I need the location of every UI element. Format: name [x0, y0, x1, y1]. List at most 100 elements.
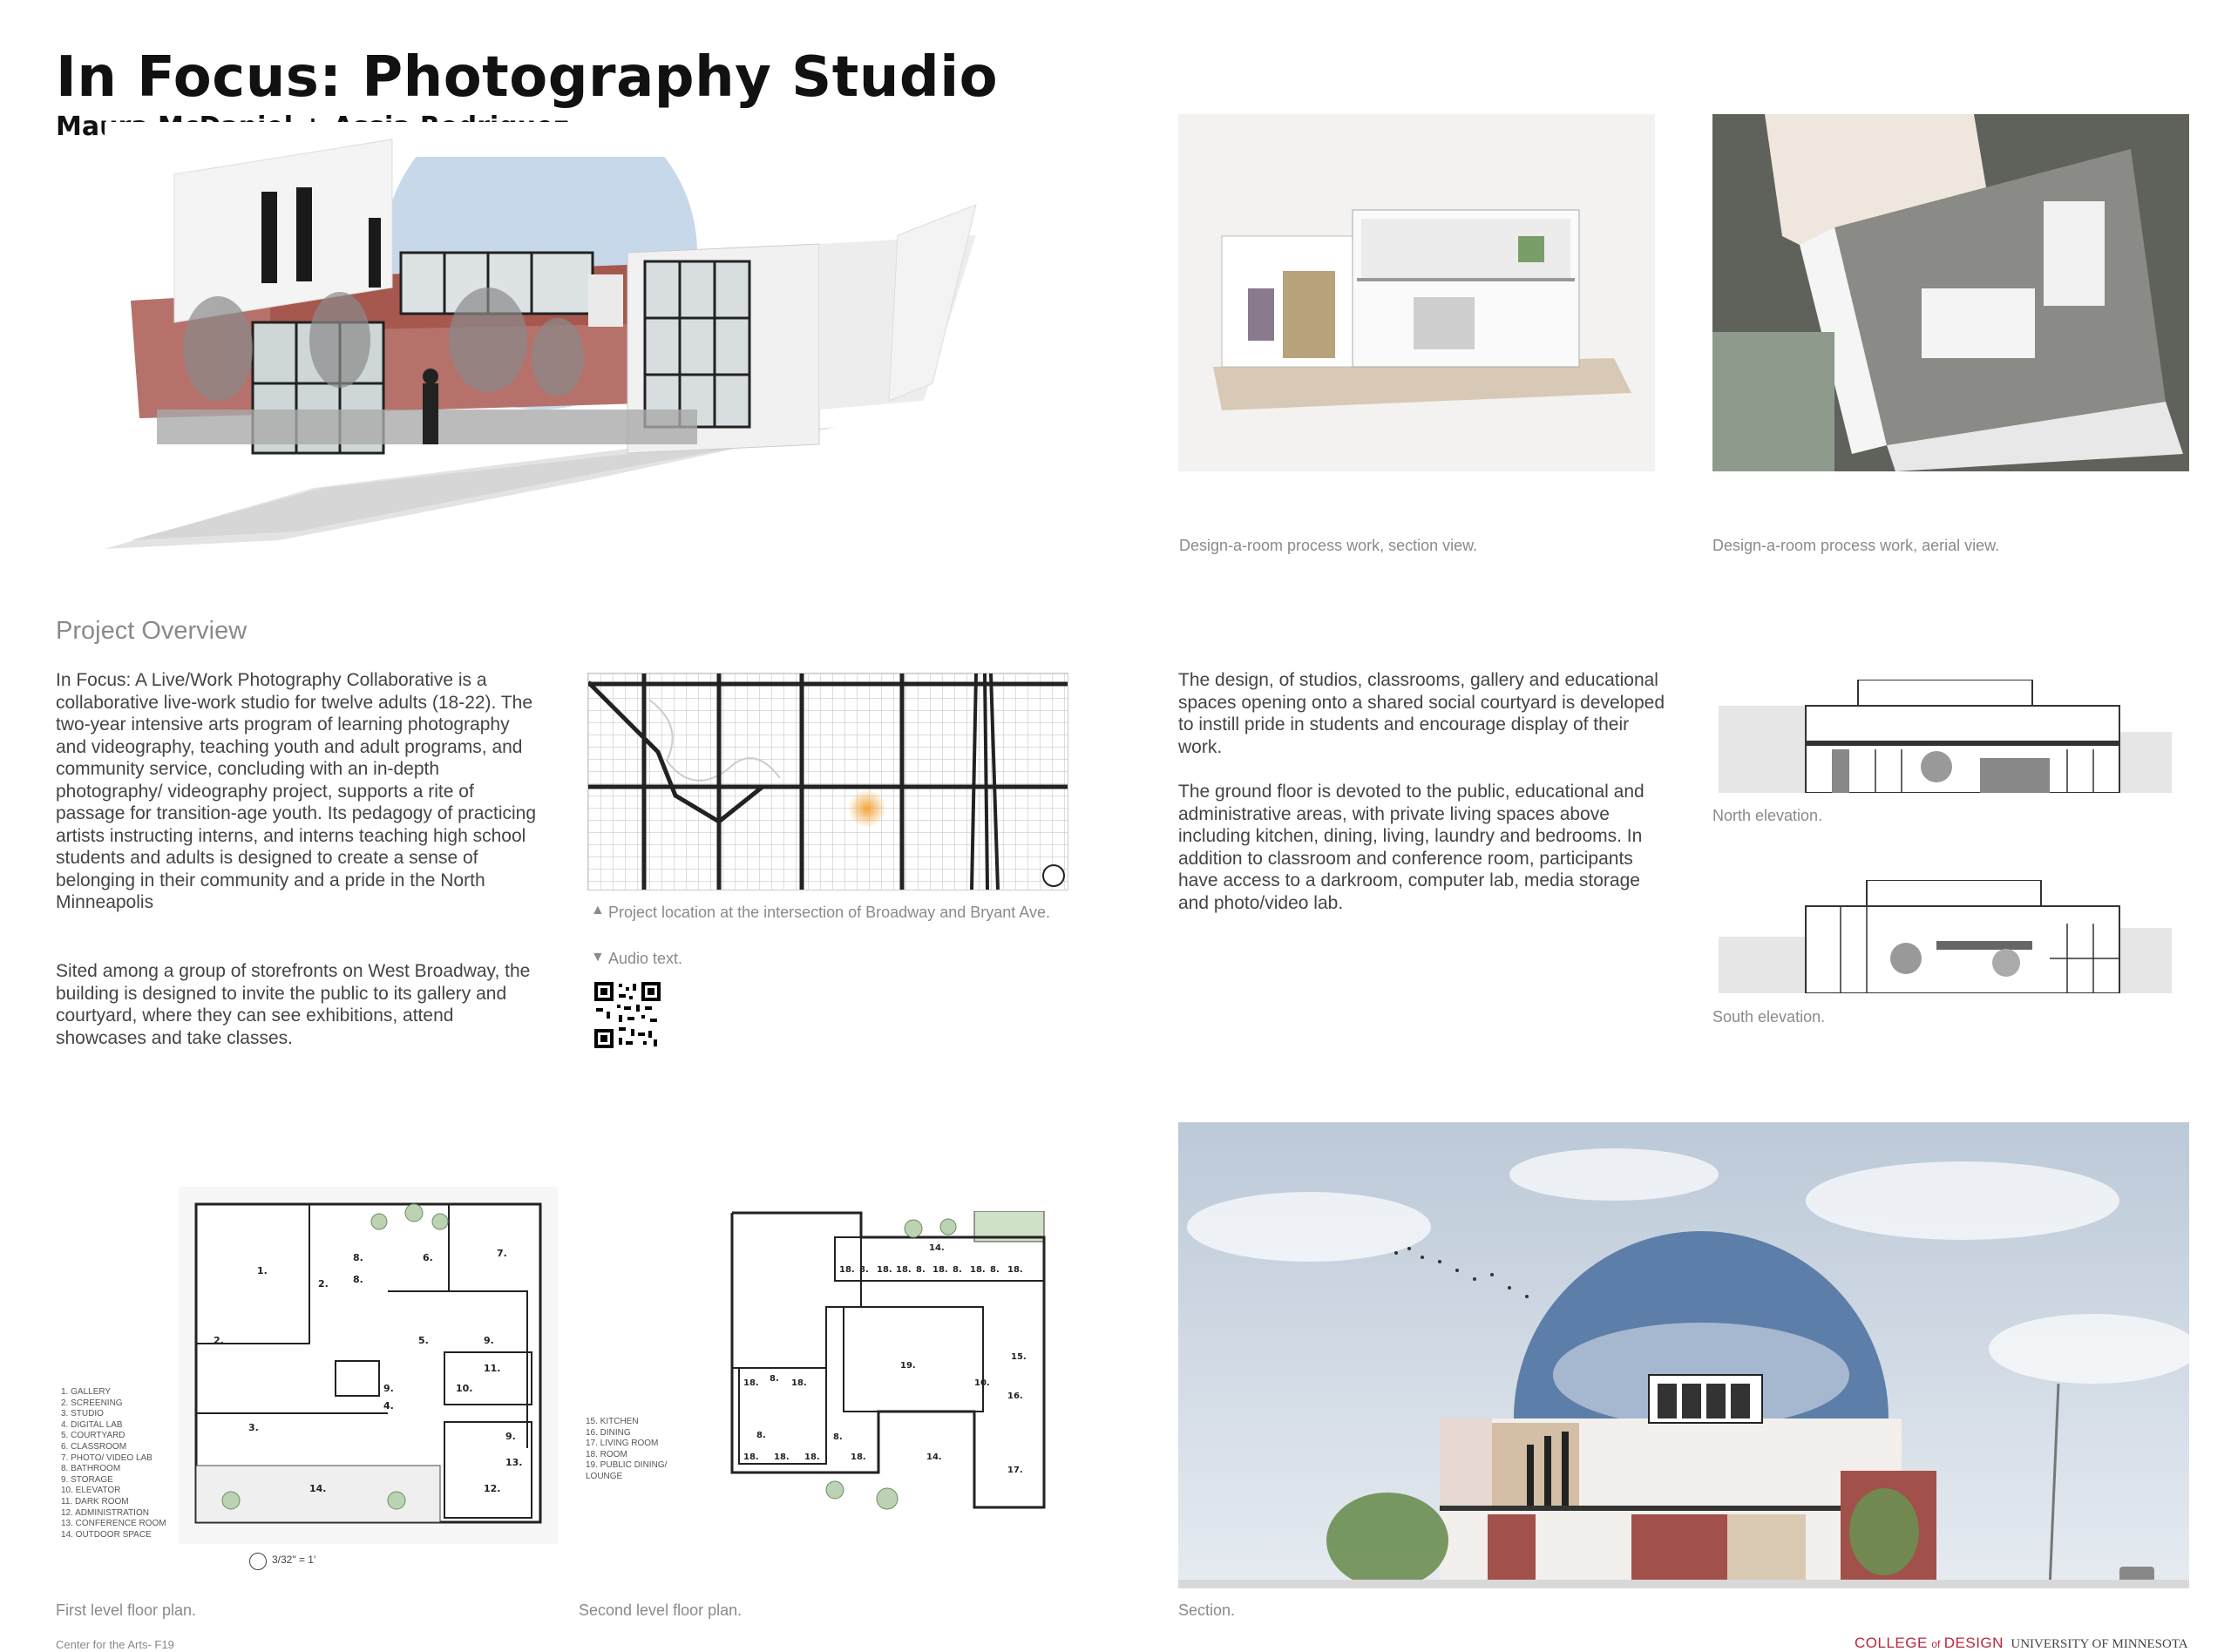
- plan-label: 18.: [774, 1452, 790, 1462]
- caption-audio: Audio text.: [608, 950, 683, 967]
- legend-item: 9. STORAGE: [61, 1474, 113, 1485]
- audio-arrow-down-icon: ▼: [591, 950, 605, 965]
- plan-label: 11.: [484, 1363, 501, 1374]
- plan-label: 3.: [248, 1422, 259, 1433]
- plan-label: 18.: [743, 1378, 759, 1388]
- plan-label: 8.: [353, 1274, 363, 1285]
- plan-label: 18.: [743, 1452, 759, 1462]
- plan-label: 14.: [926, 1452, 942, 1462]
- plan-label: 10.: [974, 1378, 990, 1388]
- plan-label: 18.: [970, 1265, 986, 1275]
- legend-item: 19. PUBLIC DINING/: [586, 1460, 668, 1471]
- plan-label: 9.: [505, 1431, 516, 1442]
- plan-label: 15.: [1011, 1352, 1027, 1362]
- plan-label: 9.: [383, 1383, 394, 1394]
- plan-label: 4.: [383, 1400, 394, 1412]
- scale-label: 3/32" = 1': [272, 1554, 316, 1566]
- first-floor-plan: 1. 2. 2. 3. 4. 5. 6. 7. 8. 8. 9. 9. 9. 1…: [179, 1187, 558, 1544]
- caption-north-elevation: North elevation.: [1712, 807, 1823, 824]
- legend-item: 17. LIVING ROOM: [586, 1439, 659, 1449]
- first-floor-legend: 1. GALLERY 2. SCREENING 3. STUDIO 4. DIG…: [61, 1387, 192, 1540]
- logo-design: DESIGN: [1943, 1635, 2004, 1651]
- legend-item: 1. GALLERY: [61, 1387, 112, 1397]
- plan-label: 18.: [851, 1452, 866, 1462]
- page-title: In Focus: Photography Studio: [56, 45, 999, 110]
- legend-item: 3. STUDIO: [61, 1409, 104, 1419]
- plan-label: 14.: [309, 1483, 327, 1494]
- caption-second-floor: Second level floor plan.: [579, 1601, 743, 1619]
- plan-label: 18.: [804, 1452, 820, 1462]
- plan-label: 8.: [990, 1265, 1000, 1275]
- second-floor-plan: 14. 18. 8. 18. 18. 8. 18. 8. 18. 8. 18. …: [730, 1211, 1046, 1512]
- caption-section-view: Design-a-room process work, section view…: [1179, 537, 1478, 554]
- overview-paragraph-1: In Focus: A Live/Work Photography Collab…: [56, 670, 537, 912]
- legend-item: 4. DIGITAL LAB: [61, 1419, 123, 1430]
- plan-label: 17.: [1007, 1466, 1023, 1475]
- north-arrow-icon: [249, 1553, 267, 1570]
- legend-item: 13. CONFERENCE ROOM: [61, 1519, 166, 1529]
- plan-label: 10.: [456, 1383, 473, 1394]
- legend-item: 12. ADMINISTRATION: [61, 1507, 149, 1518]
- plan-label: 8.: [756, 1431, 766, 1440]
- caption-section: Section.: [1178, 1601, 1236, 1619]
- plan-label: 8.: [770, 1374, 779, 1384]
- section-rendering: [1178, 1122, 2189, 1588]
- plan-label: 19.: [900, 1361, 916, 1371]
- overview-paragraph-4: The ground floor is devoted to the publi…: [1178, 782, 1644, 913]
- college-of-design-logo: COLLEGE of DESIGN UNIVERSITY OF MINNESOT…: [1855, 1635, 2188, 1652]
- legend-item: 11. DARK ROOM: [61, 1496, 129, 1506]
- caption-first-floor: First level floor plan.: [56, 1601, 197, 1619]
- legend-item: 5. COURTYARD: [61, 1431, 125, 1441]
- second-floor-legend: 15. KITCHEN 16. DINING 17. LIVING ROOM 1…: [586, 1417, 690, 1483]
- hero-rendering: [105, 122, 1028, 558]
- overview-heading: Project Overview: [56, 617, 248, 645]
- plan-label: 5.: [418, 1335, 429, 1346]
- legend-item: 10. ELEVATOR: [61, 1486, 121, 1496]
- plan-label: 18.: [791, 1378, 807, 1388]
- qr-code-icon[interactable]: [593, 980, 662, 1050]
- legend-item: 8. BATHROOM: [61, 1464, 121, 1474]
- site-map: [587, 673, 1068, 890]
- map-arrow-up-icon: ▲: [591, 903, 605, 917]
- plan-label: 18.: [839, 1265, 855, 1275]
- plan-label: 8.: [833, 1432, 843, 1442]
- plan-label: 18.: [1007, 1265, 1023, 1275]
- caption-aerial-view: Design-a-room process work, aerial view.: [1712, 537, 2000, 554]
- overview-paragraph-2: Sited among a group of storefronts on We…: [56, 961, 531, 1048]
- legend-item: 2. SCREENING: [61, 1398, 123, 1408]
- plan-label: 18.: [932, 1265, 948, 1275]
- plan-label: 9.: [484, 1335, 494, 1346]
- overview-paragraph-3: The design, of studios, classrooms, gall…: [1178, 670, 1665, 757]
- model-photo-aerial-view: [1712, 114, 2189, 471]
- plan-label: 8.: [953, 1265, 962, 1275]
- legend-item: 7. PHOTO/ VIDEO LAB: [61, 1452, 153, 1463]
- model-photo-section-view: [1178, 114, 1655, 471]
- north-elevation-drawing: [1719, 680, 2172, 793]
- plan-label: 8.: [859, 1265, 869, 1275]
- logo-of: of: [1931, 1638, 1941, 1650]
- legend-item: 6. CLASSROOM: [61, 1441, 127, 1452]
- plan-label: 16.: [1007, 1391, 1023, 1401]
- legend-item: 14. OUTDOOR SPACE: [61, 1529, 152, 1540]
- legend-item: 18. ROOM: [586, 1449, 627, 1459]
- plan-label: 2.: [318, 1278, 329, 1290]
- plan-label: 12.: [484, 1483, 501, 1494]
- legend-item: LOUNGE: [586, 1471, 623, 1481]
- legend-item: 15. KITCHEN: [586, 1417, 639, 1426]
- plan-label: 18.: [896, 1265, 912, 1275]
- plan-label: 8.: [916, 1265, 926, 1275]
- plan-label: 7.: [497, 1248, 507, 1259]
- legend-item: 16. DINING: [586, 1427, 631, 1438]
- plan-label: 2.: [214, 1335, 224, 1346]
- caption-map: Project location at the intersection of …: [608, 904, 1050, 921]
- footer-note: Center for the Arts- F19: [56, 1638, 174, 1651]
- plan-label: 8.: [353, 1252, 363, 1263]
- south-elevation-drawing: [1719, 880, 2172, 993]
- plan-label: 1.: [257, 1265, 268, 1276]
- plan-label: 6.: [423, 1252, 433, 1263]
- caption-south-elevation: South elevation.: [1712, 1008, 1826, 1026]
- logo-college: COLLEGE: [1855, 1635, 1928, 1651]
- plan-label: 14.: [929, 1243, 945, 1253]
- logo-university: UNIVERSITY OF MINNESOTA: [2011, 1637, 2188, 1651]
- plan-label: 13.: [505, 1457, 523, 1468]
